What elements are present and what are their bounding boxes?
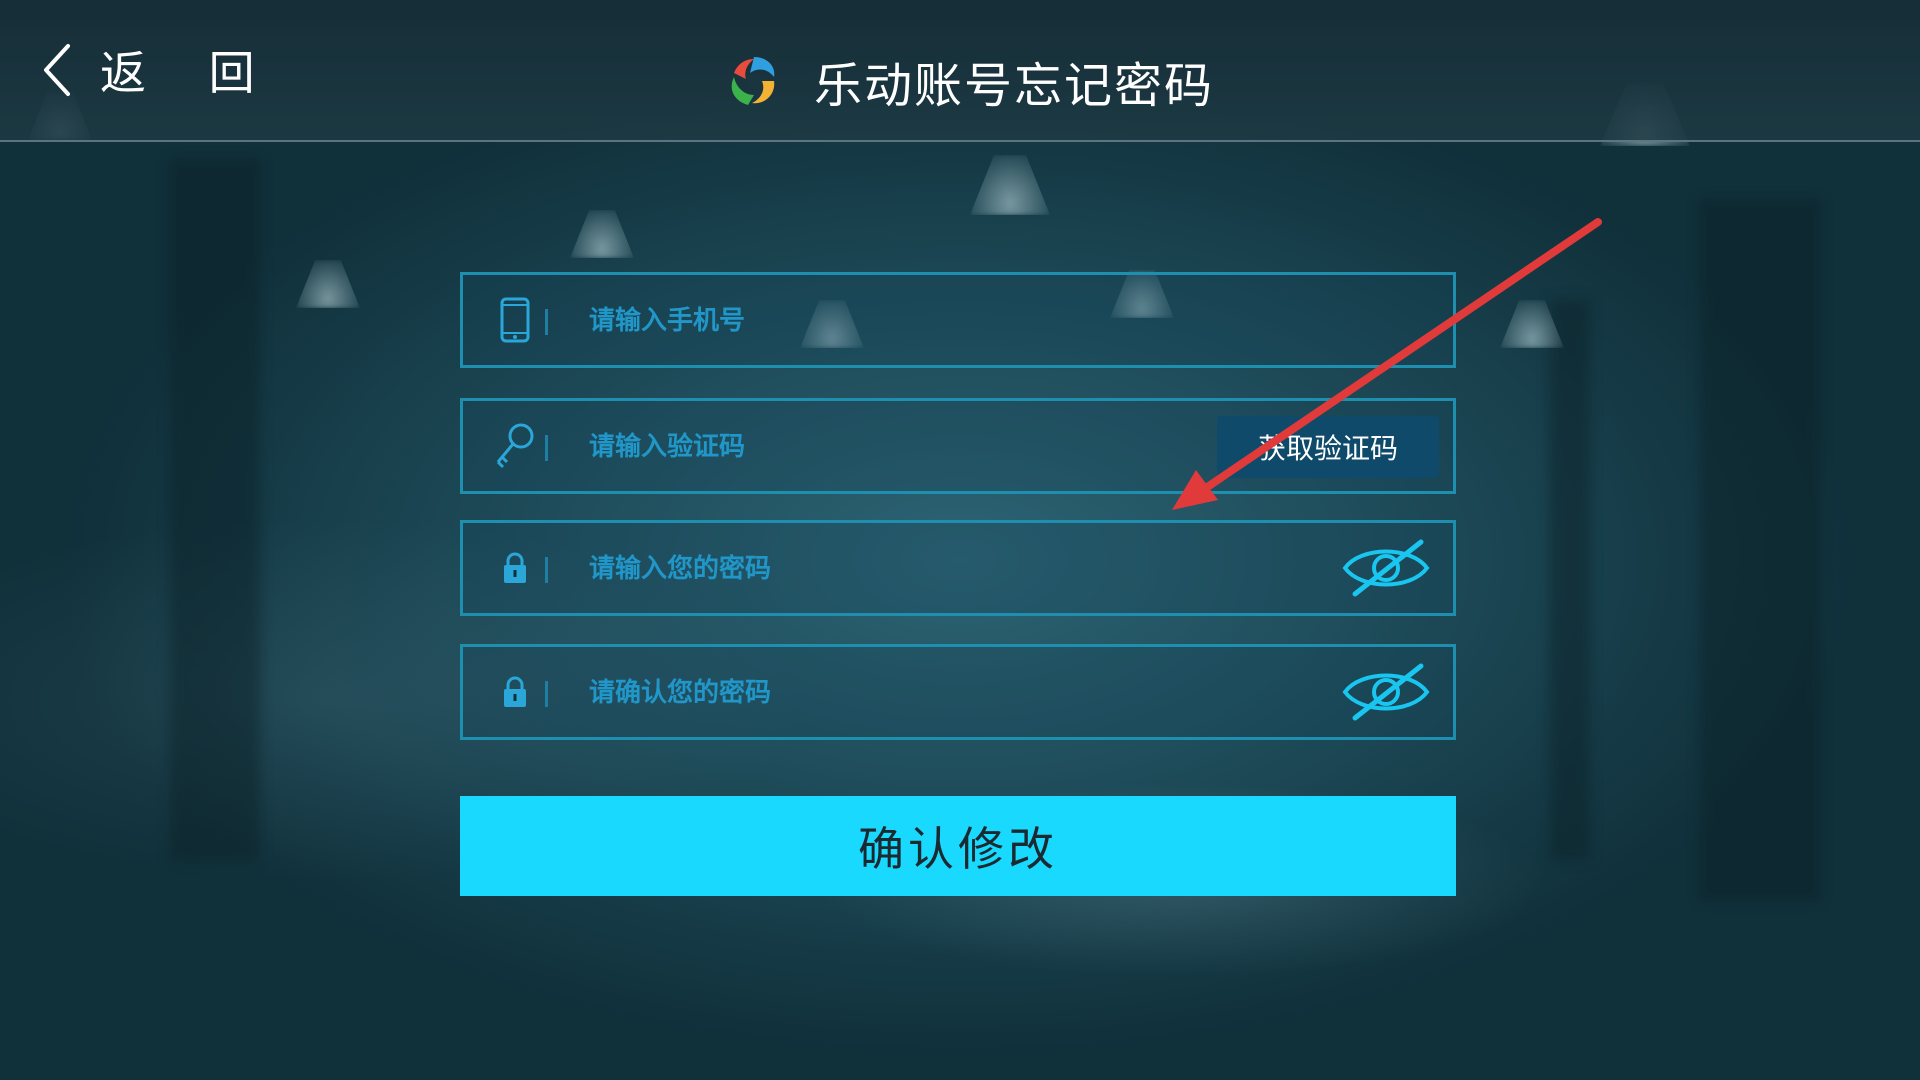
eye-hidden-icon[interactable] (1341, 662, 1431, 722)
ledong-logo-icon (731, 57, 775, 105)
back-label: 返 回 (100, 46, 279, 100)
get-code-button[interactable]: 获取验证码 (1217, 416, 1439, 478)
chevron-left-icon (44, 44, 70, 96)
field-separator (545, 681, 548, 707)
password-field (460, 520, 1456, 616)
verification-code-input[interactable] (587, 401, 1191, 493)
back-button[interactable]: 返 回 (40, 38, 279, 102)
verification-code-field: 获取验证码 (460, 398, 1456, 494)
top-bar: 返 回 乐动账号忘记密码 (0, 0, 1920, 142)
field-separator (545, 435, 548, 461)
page-title: 乐动账号忘记密码 (814, 58, 1215, 114)
eye-hidden-icon[interactable] (1341, 538, 1431, 598)
field-separator (545, 557, 548, 583)
confirm-password-input[interactable] (587, 647, 1191, 739)
password-input[interactable] (587, 523, 1191, 615)
phone-icon (487, 292, 543, 348)
title-group: 乐动账号忘记密码 (724, 46, 1214, 116)
phone-input[interactable] (587, 275, 1191, 367)
field-separator (545, 309, 548, 335)
key-icon (487, 418, 543, 474)
lock-icon (487, 664, 543, 720)
phone-field (460, 272, 1456, 368)
forgot-password-screen: 返 回 乐动账号忘记密码 请输入手机号 请输入验证码 获取验证码 确认修改 (0, 0, 1920, 1080)
lock-icon (487, 540, 543, 596)
confirm-password-field (460, 644, 1456, 740)
confirm-change-button[interactable]: 确认修改 (460, 796, 1456, 896)
